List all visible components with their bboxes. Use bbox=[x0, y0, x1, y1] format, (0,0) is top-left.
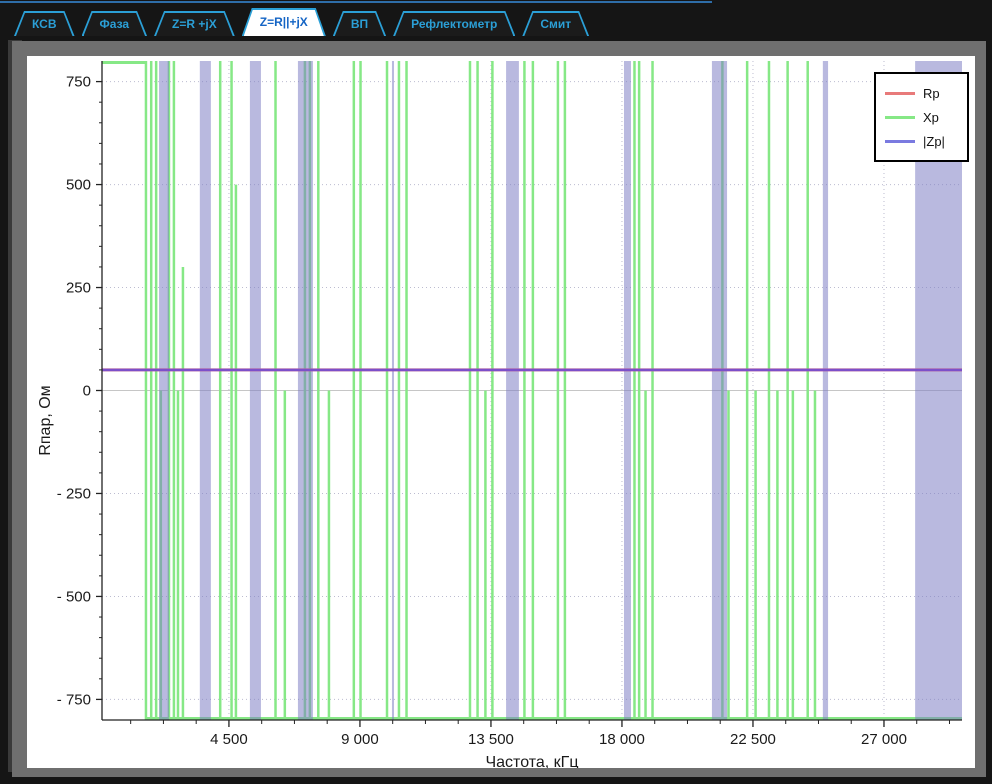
tab-smith-label: Смит bbox=[524, 13, 587, 36]
y-tick-label: - 500 bbox=[57, 588, 91, 605]
legend-item-rp: Rp bbox=[885, 81, 959, 105]
zp-saturation-band bbox=[297, 61, 313, 720]
tab-reflectometer[interactable]: Рефлектометр bbox=[393, 11, 515, 36]
zp-saturation-band bbox=[159, 61, 169, 720]
window-top-accent-line bbox=[0, 1, 712, 3]
chart-panel: 4 500 9 000 13 500 18 000 22 500 27 000 750 500… bbox=[27, 56, 975, 768]
legend-label-zp: |Zp| bbox=[923, 133, 945, 149]
x-tick-label: 18 000 bbox=[599, 731, 645, 748]
x-tick-label: 27 000 bbox=[861, 731, 907, 748]
y-tick-label: 500 bbox=[66, 177, 91, 194]
impedance-chart[interactable]: 4 500 9 000 13 500 18 000 22 500 27 000 750 500… bbox=[27, 56, 975, 768]
tab-smith[interactable]: Смит bbox=[522, 11, 589, 36]
y-tick-label: 750 bbox=[66, 74, 91, 91]
legend-item-zp: |Zp| bbox=[885, 129, 959, 153]
y-tick-label: 250 bbox=[66, 280, 91, 297]
zp-line-swatch bbox=[885, 139, 915, 143]
tab-ksv-label: КСВ bbox=[16, 13, 73, 36]
x-axis-title: Частота, кГц bbox=[485, 754, 578, 768]
y-tick-label: - 750 bbox=[57, 691, 91, 708]
tab-z-parallel-label: Z=R||+jX bbox=[244, 10, 324, 36]
tab-z-series[interactable]: Z=R +jX bbox=[154, 11, 235, 36]
legend-label-rp: Rp bbox=[923, 85, 940, 101]
x-tick-label: 13 500 bbox=[468, 731, 514, 748]
xp-line-swatch bbox=[885, 115, 915, 119]
tab-faza-label: Фаза bbox=[84, 13, 146, 36]
legend-item-xp: Xp bbox=[885, 105, 959, 129]
x-tick-label: 9 000 bbox=[341, 731, 379, 748]
zp-saturation-band bbox=[199, 61, 211, 720]
zp-saturation-band bbox=[506, 61, 519, 720]
legend-label-xp: Xp bbox=[923, 109, 939, 125]
tab-faza[interactable]: Фаза bbox=[82, 11, 148, 36]
tab-z-parallel[interactable]: Z=R||+jX bbox=[242, 8, 326, 36]
y-tick-label: - 250 bbox=[57, 485, 91, 502]
tab-vp[interactable]: ВП bbox=[333, 11, 386, 36]
x-tick-label: 22 500 bbox=[730, 731, 776, 748]
rp-line-swatch bbox=[885, 91, 915, 95]
tab-z-series-label: Z=R +jX bbox=[156, 13, 233, 36]
chart-legend: Rp Xp |Zp| bbox=[874, 72, 969, 162]
zp-saturation-band bbox=[391, 61, 395, 720]
tab-reflectometer-label: Рефлектометр bbox=[395, 13, 513, 36]
tab-ksv[interactable]: КСВ bbox=[14, 11, 75, 36]
y-axis-title: Rпар, Ом bbox=[37, 385, 54, 455]
y-tick-label: 0 bbox=[83, 383, 91, 400]
zp-saturation-band bbox=[249, 61, 261, 720]
x-tick-label: 4 500 bbox=[210, 731, 248, 748]
zp-saturation-band bbox=[711, 61, 728, 720]
zp-saturation-band bbox=[822, 61, 829, 720]
tab-bar: КСВ Фаза Z=R +jX Z=R||+jX ВП Рефлектомет… bbox=[14, 10, 589, 36]
zp-saturation-band bbox=[623, 61, 631, 720]
tab-vp-label: ВП bbox=[335, 13, 384, 36]
